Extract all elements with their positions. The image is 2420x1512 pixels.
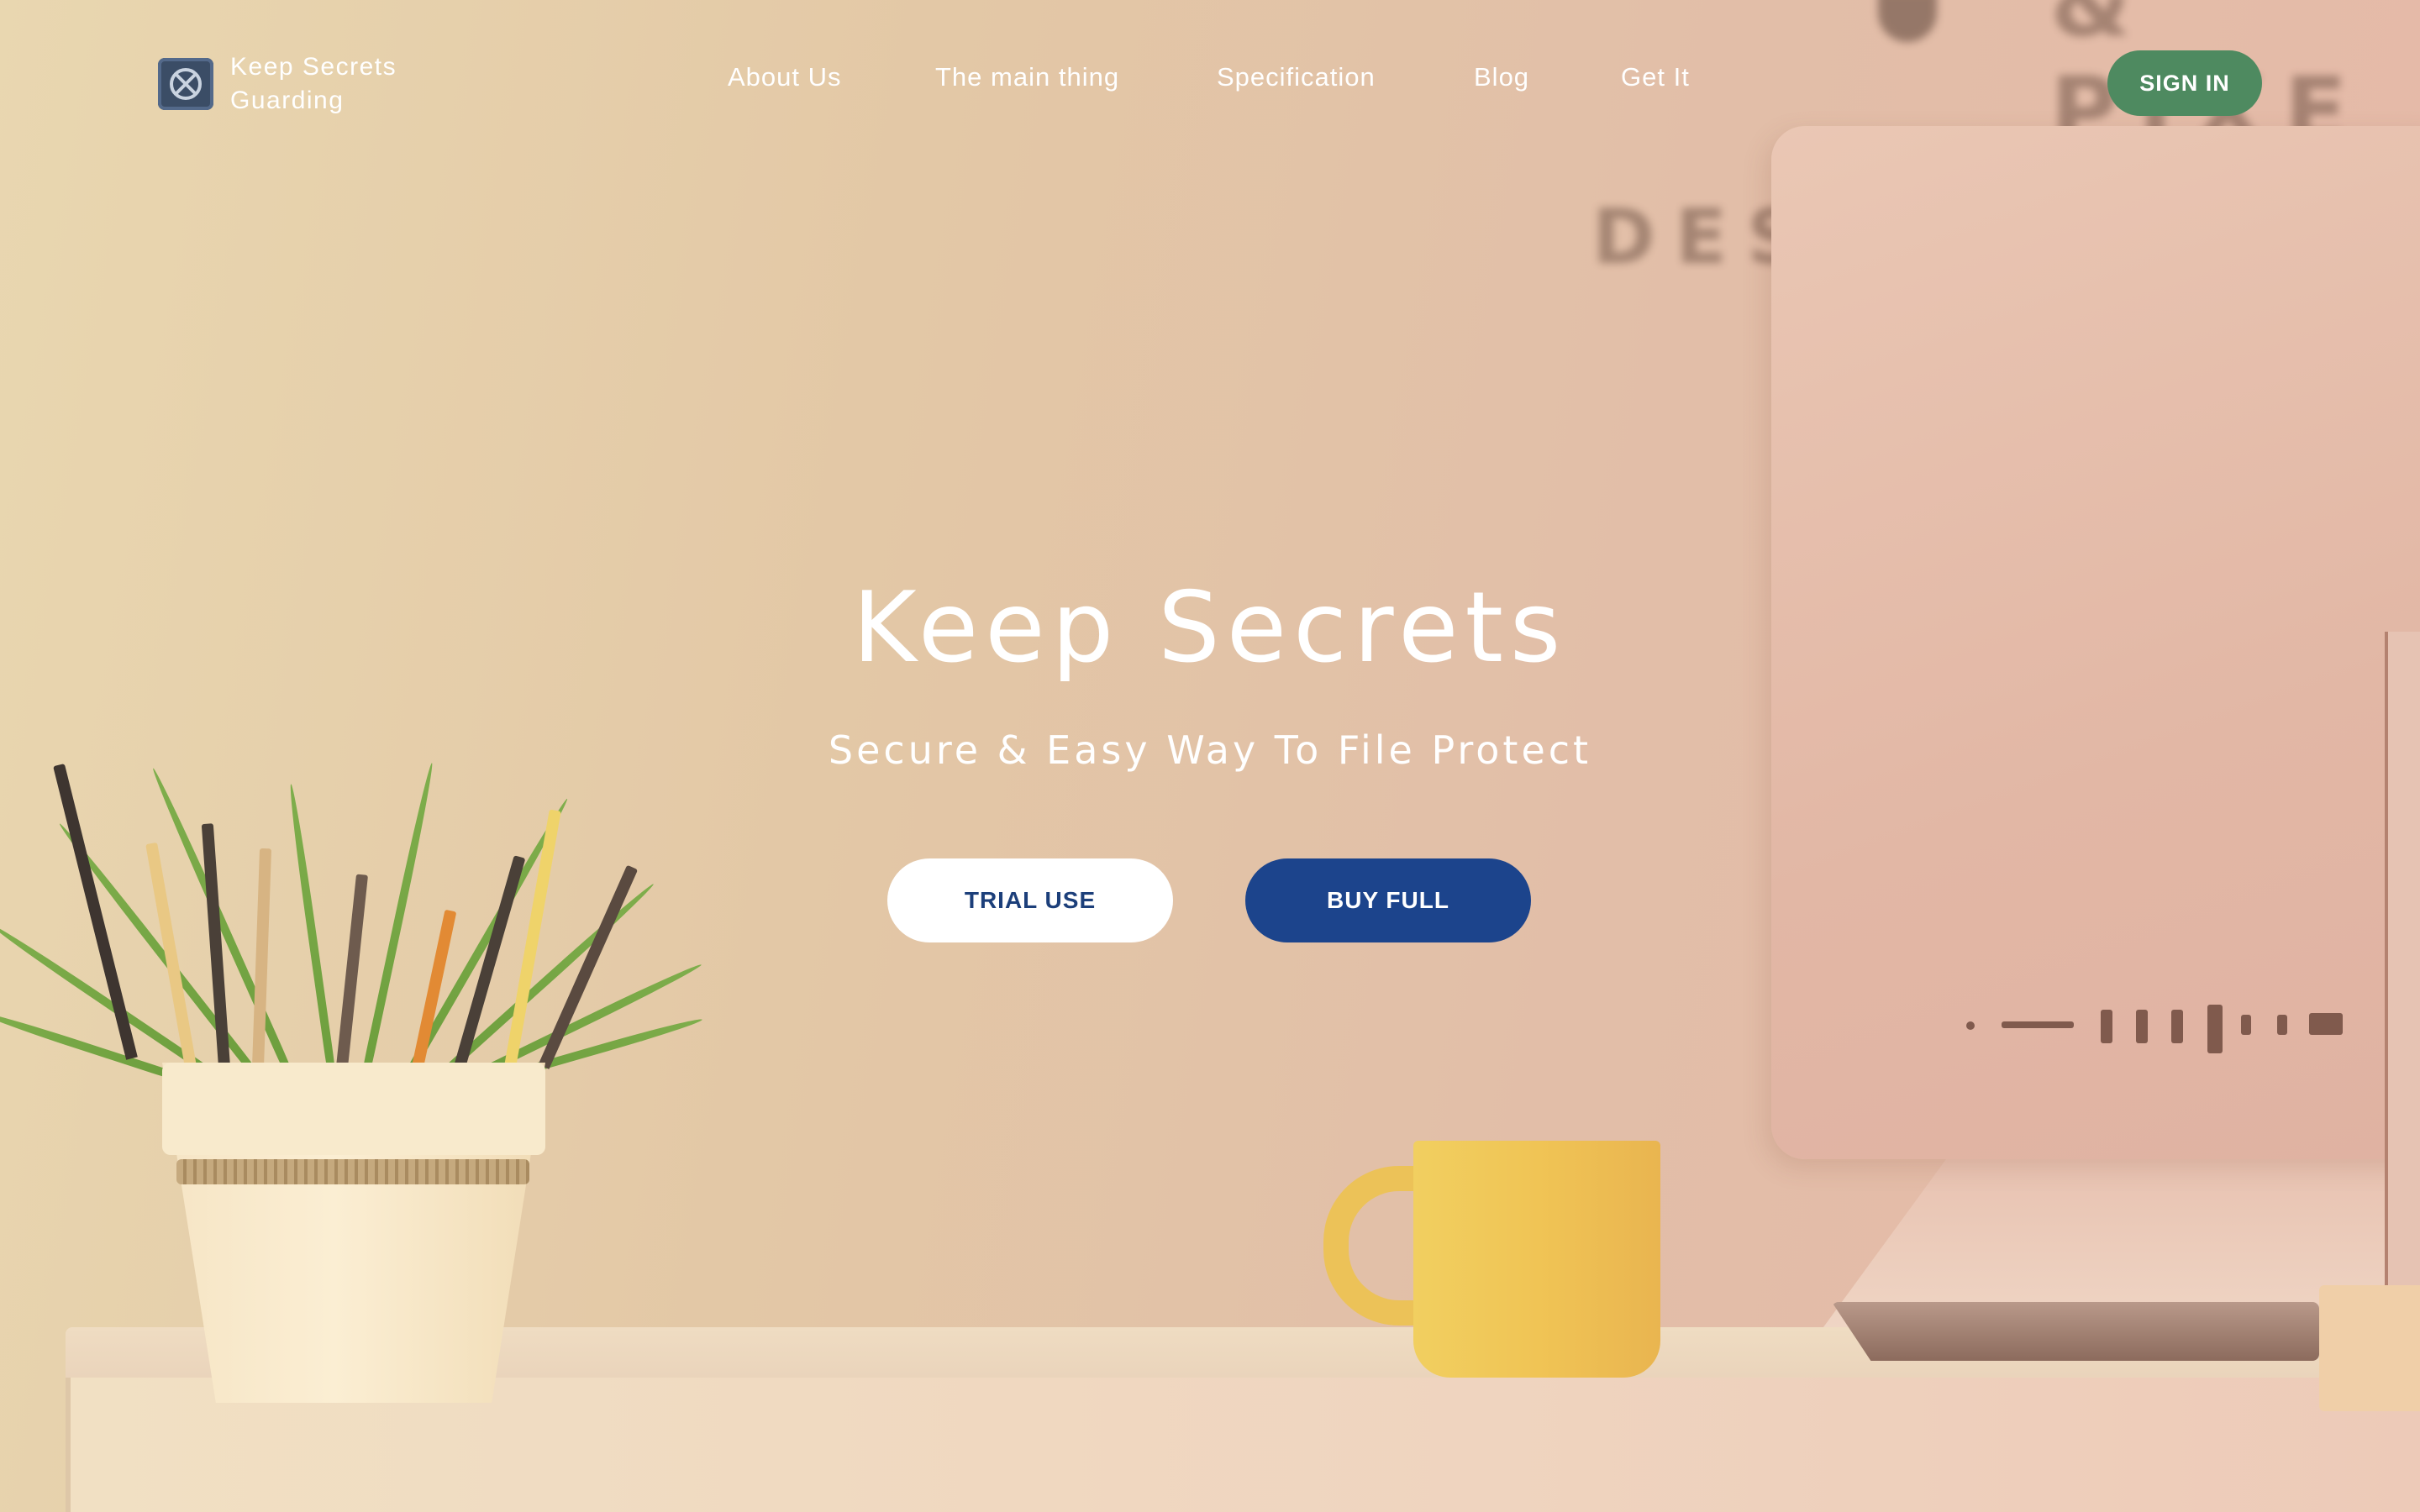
nav-about-us[interactable]: About Us	[728, 62, 842, 92]
sign-in-button[interactable]: SIGN IN	[2107, 50, 2262, 116]
nav-specification[interactable]: Specification	[1217, 62, 1376, 92]
pot-twine	[176, 1159, 529, 1184]
nav-get-it[interactable]: Get It	[1621, 62, 1690, 92]
nav-blog[interactable]: Blog	[1474, 62, 1529, 92]
hero-subtitle: Secure & Easy Way To File Protect	[828, 727, 1592, 773]
yellow-mug	[1413, 1141, 1660, 1378]
nav-main-thing[interactable]: The main thing	[935, 62, 1119, 92]
wall-heart-shape	[1878, 0, 1937, 42]
buy-full-button[interactable]: BUY FULL	[1245, 858, 1531, 942]
trial-use-button[interactable]: TRIAL USE	[887, 858, 1173, 942]
wooden-block	[2319, 1285, 2420, 1411]
pot-rim	[162, 1063, 545, 1155]
main-nav: About Us The main thing Specification Bl…	[0, 62, 2420, 104]
keyboard	[1832, 1302, 2319, 1361]
hero-title: Keep Secrets	[852, 571, 1568, 685]
